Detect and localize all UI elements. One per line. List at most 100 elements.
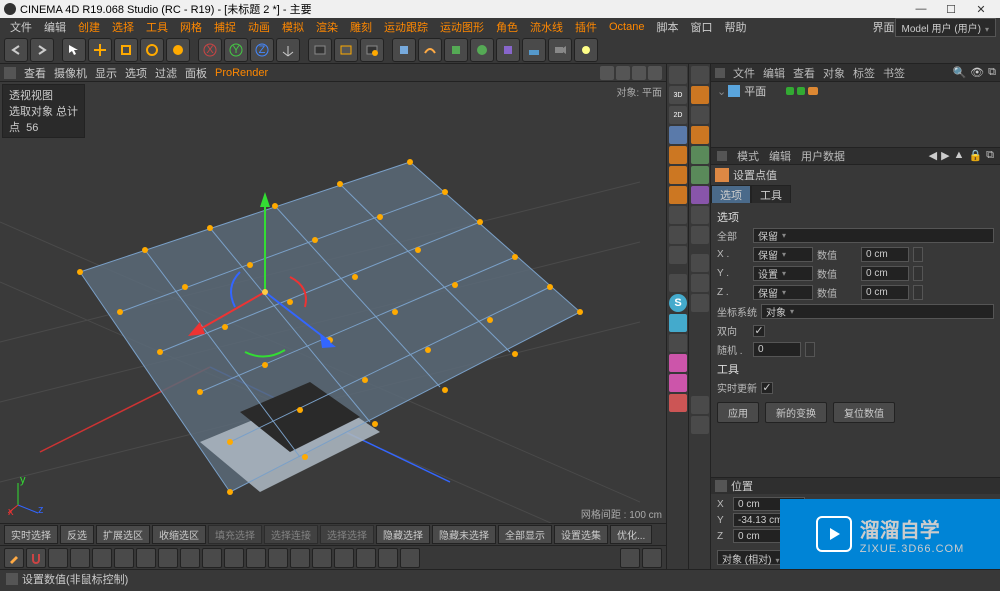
vp-menu-prorender[interactable]: ProRender [215, 67, 268, 79]
sel-conn[interactable]: 选择连接 [264, 525, 318, 544]
coord-icon[interactable] [642, 548, 662, 568]
menu-help[interactable]: 帮助 [718, 19, 752, 35]
btn-apply[interactable]: 应用 [717, 402, 759, 423]
chk-realtime[interactable]: ✓ [761, 382, 773, 394]
brush-icon[interactable] [4, 548, 24, 568]
snap-2d-icon[interactable] [669, 314, 687, 332]
am-menu-icon[interactable] [717, 151, 727, 161]
vp-toggle-icon[interactable] [648, 66, 662, 80]
p-pyramid-icon[interactable] [691, 86, 709, 104]
magnet-icon[interactable] [26, 548, 46, 568]
om-object[interactable]: 对象 [823, 65, 845, 81]
tweak-mode-icon[interactable] [669, 226, 687, 244]
deformer-button[interactable] [496, 38, 520, 62]
visibility-editor-dot[interactable] [786, 87, 794, 95]
generator-button[interactable] [444, 38, 468, 62]
setvalue-icon[interactable] [70, 548, 90, 568]
sel-set[interactable]: 设置选集 [554, 525, 608, 544]
p-floor-icon[interactable] [691, 206, 709, 224]
vp-menu-icon[interactable] [4, 67, 16, 79]
sel-shrink[interactable]: 收缩选区 [152, 525, 206, 544]
render-pv-button[interactable] [334, 38, 358, 62]
workplane-icon[interactable] [669, 246, 687, 264]
om-edit[interactable]: 编辑 [763, 65, 785, 81]
coord-menu-icon[interactable] [715, 480, 727, 492]
p-sky-icon[interactable] [691, 226, 709, 244]
menu-pipe[interactable]: 流水线 [524, 19, 569, 35]
p-sweep-icon[interactable] [691, 166, 709, 184]
p-instance-icon[interactable] [691, 274, 709, 292]
model-mode-icon[interactable]: 3D [669, 86, 687, 104]
menu-plugins[interactable]: 插件 [569, 19, 603, 35]
vp-menu-filter[interactable]: 过滤 [155, 65, 177, 81]
menu-file[interactable]: 文件 [4, 19, 38, 35]
slide-icon[interactable] [92, 548, 112, 568]
camera-button[interactable] [548, 38, 572, 62]
iron-icon[interactable] [48, 548, 68, 568]
sel-hide[interactable]: 隐藏选择 [376, 525, 430, 544]
live-select-button[interactable] [62, 38, 86, 62]
menu-mesh[interactable]: 网格 [174, 19, 208, 35]
menu-mograph[interactable]: 运动图形 [434, 19, 490, 35]
minimize-button[interactable]: — [906, 0, 936, 18]
btn-new-transform[interactable]: 新的变换 [765, 402, 827, 423]
bevel-icon[interactable] [246, 548, 266, 568]
render-settings-button[interactable] [360, 38, 384, 62]
sel-sel[interactable]: 选择选择 [320, 525, 374, 544]
menu-anim[interactable]: 动画 [242, 19, 276, 35]
am-pop-icon[interactable]: ⧉ [986, 149, 994, 162]
normal-rot-icon[interactable] [158, 548, 178, 568]
dd-y[interactable]: 设置 [753, 266, 813, 281]
coord-sys-button[interactable] [276, 38, 300, 62]
sel-hide-unsel[interactable]: 隐藏未选择 [432, 525, 496, 544]
p-sds-icon[interactable] [691, 146, 709, 164]
snap-settings-icon[interactable] [669, 334, 687, 352]
menu-script[interactable]: 脚本 [650, 19, 684, 35]
undo-button[interactable] [4, 38, 28, 62]
sel-showall[interactable]: 全部显示 [498, 525, 552, 544]
visibility-render-dot[interactable] [797, 87, 805, 95]
vp-menu-panel[interactable]: 面板 [185, 65, 207, 81]
lock-workplane-icon[interactable] [669, 394, 687, 412]
vp-menu-display[interactable]: 显示 [95, 65, 117, 81]
menu-create[interactable]: 创建 [72, 19, 106, 35]
spin-x[interactable] [913, 247, 923, 262]
extrude-icon[interactable] [224, 548, 244, 568]
om-view[interactable]: 查看 [793, 65, 815, 81]
sel-fill[interactable]: 填充选择 [208, 525, 262, 544]
make-editable-icon[interactable] [669, 66, 687, 84]
guide-icon[interactable] [669, 354, 687, 372]
weld-icon[interactable] [290, 548, 310, 568]
snap-3d-icon[interactable]: S [669, 294, 687, 312]
am-lock-icon[interactable]: 🔒 [968, 149, 982, 162]
object-manager-empty[interactable] [711, 100, 1000, 147]
edge-mode-icon[interactable] [669, 166, 687, 184]
light-button[interactable] [574, 38, 598, 62]
p-cube-icon[interactable] [691, 66, 709, 84]
scale-button[interactable] [114, 38, 138, 62]
move-button[interactable] [88, 38, 112, 62]
tree-expand-icon[interactable]: ⌄ [717, 85, 726, 98]
plane-object-name[interactable]: 平面 [744, 83, 766, 99]
menu-render[interactable]: 渲染 [310, 19, 344, 35]
matmgr-icon[interactable] [620, 548, 640, 568]
menu-sculpt[interactable]: 雕刻 [344, 19, 378, 35]
om-tags[interactable]: 标签 [853, 65, 875, 81]
input-z-num[interactable]: 0 cm [861, 285, 909, 300]
vp-rotate-icon[interactable] [632, 66, 646, 80]
axis-z-button[interactable]: Z [250, 38, 274, 62]
vp-menu-options[interactable]: 选项 [125, 65, 147, 81]
om-search-icon[interactable]: 🔍 [952, 66, 966, 79]
sel-grow[interactable]: 扩展选区 [96, 525, 150, 544]
layout-dropdown[interactable]: Model 用户 (用户) [895, 18, 996, 37]
p-struct-icon[interactable] [691, 416, 709, 434]
bridge-icon[interactable] [268, 548, 288, 568]
sel-opt[interactable]: 优化... [610, 525, 652, 544]
menu-window[interactable]: 窗口 [684, 19, 718, 35]
primitive-button[interactable] [392, 38, 416, 62]
knife-icon[interactable] [180, 548, 200, 568]
phong-tag-icon[interactable] [808, 87, 818, 95]
vp-menu-camera[interactable]: 摄像机 [54, 65, 87, 81]
menu-edit[interactable]: 编辑 [38, 19, 72, 35]
polypen-icon[interactable] [202, 548, 222, 568]
